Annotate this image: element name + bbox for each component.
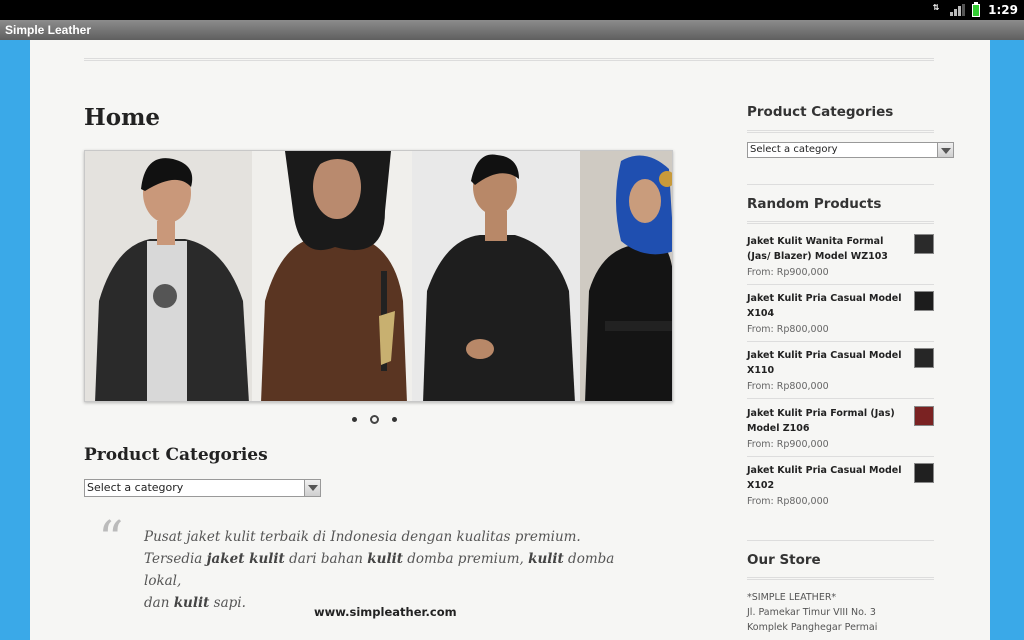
- product-thumbnail[interactable]: [914, 406, 934, 426]
- status-icons: ⇅ 1:29: [930, 0, 1018, 20]
- store-line: Komplek Panghegar Permai: [747, 622, 878, 633]
- product-item: Jaket Kulit Pria Casual Model X110 From:…: [747, 348, 934, 394]
- quote-bold: kulit: [367, 551, 403, 567]
- quote-text: dan: [144, 595, 174, 611]
- product-price: From: Rp800,000: [747, 381, 829, 392]
- divider: [747, 130, 934, 133]
- signal-icon: [950, 4, 966, 16]
- quote-bold: kulit: [528, 551, 564, 567]
- product-name-link[interactable]: Jaket Kulit Pria Casual Model X110: [747, 348, 907, 378]
- header-divider: [84, 58, 934, 61]
- product-thumbnail[interactable]: [914, 463, 934, 483]
- tagline-quote: Pusat jaket kulit terbaik di Indonesia d…: [144, 526, 644, 614]
- product-price: From: Rp800,000: [747, 496, 829, 507]
- category-select-value: Select a category: [87, 481, 184, 494]
- hero-slider[interactable]: [84, 150, 673, 402]
- divider: [747, 284, 934, 285]
- divider: [747, 398, 934, 399]
- product-name-link[interactable]: Jaket Kulit Wanita Formal (Jas/ Blazer) …: [747, 234, 907, 264]
- slider-image: [85, 151, 672, 401]
- slider-dot-1[interactable]: [352, 417, 357, 422]
- quote-bold: kulit: [173, 595, 210, 611]
- product-name-link[interactable]: Jaket Kulit Pria Casual Model X102: [747, 463, 907, 493]
- category-select-main[interactable]: Select a category: [84, 479, 321, 497]
- random-products-heading: Random Products: [747, 196, 882, 212]
- web-page[interactable]: Home Product Categories Select a categor…: [30, 40, 990, 640]
- divider: [747, 540, 934, 541]
- app-title: Simple Leather: [5, 23, 92, 37]
- product-thumbnail[interactable]: [914, 291, 934, 311]
- slider-dot-2[interactable]: [370, 415, 379, 424]
- product-item: Jaket Kulit Pria Formal (Jas) Model Z106…: [747, 406, 934, 452]
- page-title: Home: [84, 104, 161, 131]
- product-item: Jaket Kulit Wanita Formal (Jas/ Blazer) …: [747, 234, 934, 280]
- slider-pagination: [352, 415, 397, 424]
- our-store-heading: Our Store: [747, 552, 821, 568]
- store-line: Jl. Pamekar Timur VIII No. 3: [747, 607, 876, 618]
- slider-dot-3[interactable]: [392, 417, 397, 422]
- clock: 1:29: [988, 3, 1018, 17]
- store-line: *SIMPLE LEATHER*: [747, 592, 837, 603]
- product-thumbnail[interactable]: [914, 348, 934, 368]
- quote-text: sapi.: [209, 595, 246, 611]
- product-categories-heading: Product Categories: [84, 445, 268, 465]
- divider: [747, 577, 934, 580]
- quote-text: Tersedia: [144, 551, 207, 567]
- quote-bold: jaket kulit: [206, 551, 285, 567]
- store-address: *SIMPLE LEATHER* Jl. Pamekar Timur VIII …: [747, 590, 877, 635]
- product-name-link[interactable]: Jaket Kulit Pria Casual Model X104: [747, 291, 907, 321]
- product-item: Jaket Kulit Pria Casual Model X102 From:…: [747, 463, 934, 509]
- product-thumbnail[interactable]: [914, 234, 934, 254]
- product-price: From: Rp900,000: [747, 439, 829, 450]
- site-url: www.simpleather.com: [314, 605, 457, 619]
- divider: [747, 221, 934, 224]
- divider: [747, 341, 934, 342]
- category-select-sidebar[interactable]: Select a category: [747, 142, 954, 158]
- quote-text: dari bahan: [284, 551, 368, 567]
- chevron-down-icon[interactable]: [937, 143, 953, 157]
- product-price: From: Rp900,000: [747, 267, 829, 278]
- quote-text: domba premium,: [402, 551, 529, 567]
- product-price: From: Rp800,000: [747, 324, 829, 335]
- divider: [747, 456, 934, 457]
- data-activity-icon: ⇅: [932, 3, 940, 12]
- product-item: Jaket Kulit Pria Casual Model X104 From:…: [747, 291, 934, 337]
- product-name-link[interactable]: Jaket Kulit Pria Formal (Jas) Model Z106: [747, 406, 907, 436]
- chevron-down-icon[interactable]: [304, 480, 320, 496]
- category-select-value: Select a category: [750, 144, 838, 155]
- sidebar-categories-heading: Product Categories: [747, 104, 894, 120]
- quote-line-1: Pusat jaket kulit terbaik di Indonesia d…: [144, 529, 581, 545]
- divider: [747, 184, 934, 185]
- battery-icon: [972, 1, 981, 17]
- app-title-bar: Simple Leather: [0, 20, 1024, 40]
- status-bar: ⇅ 1:29: [0, 0, 1024, 20]
- quote-icon: “: [98, 510, 124, 568]
